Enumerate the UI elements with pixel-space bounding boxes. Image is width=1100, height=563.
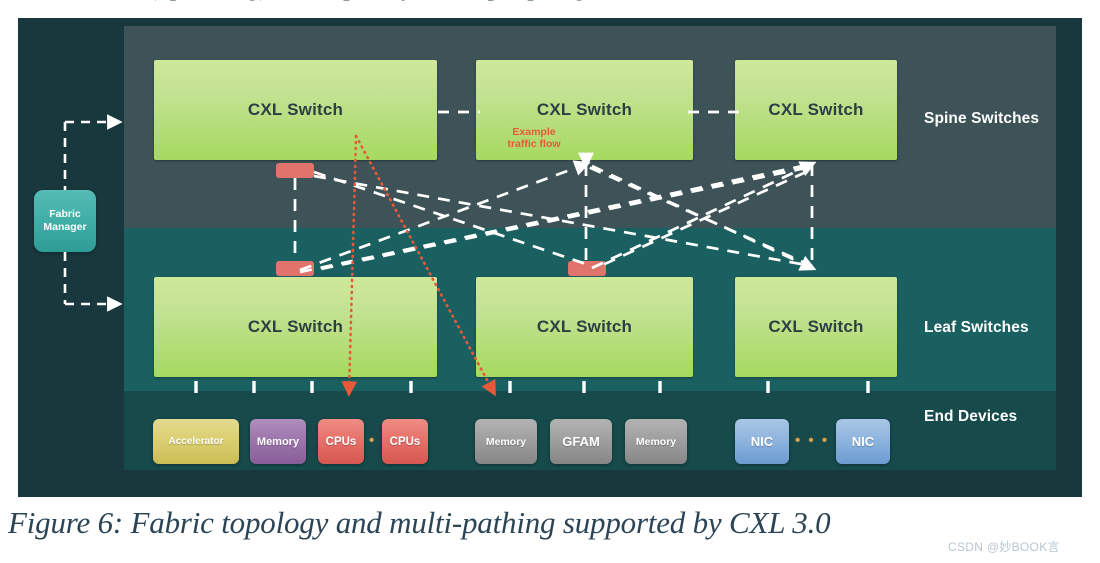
end-device-memory-2[interactable]: Memory (475, 419, 537, 464)
figure-caption: Figure 6: Fabric topology and multi-path… (8, 505, 831, 540)
end-device-accelerator[interactable]: Accelerator (153, 419, 239, 464)
ellipsis-nic: • • • (795, 432, 830, 449)
end-device-memory-3[interactable]: Memory (625, 419, 687, 464)
end-device-gfam[interactable]: GFAM (550, 419, 612, 464)
spine-switch-3-label: CXL Switch (768, 100, 864, 119)
band-label-end-devices: End Devices (924, 408, 1018, 425)
leaf-switch-2[interactable]: CXL Switch (476, 277, 693, 377)
band-label-leaf-switches: Leaf Switches (924, 319, 1029, 336)
example-traffic-flow-line2: traffic flow (507, 138, 561, 150)
end-device-memory-3-label: Memory (635, 435, 677, 448)
end-device-accelerator-label: Accelerator (168, 436, 224, 447)
end-device-memory-1-label: Memory (256, 435, 300, 448)
watermark: CSDN @妙BOOK言 (948, 540, 1060, 554)
end-device-nic-2-label: NIC (851, 434, 875, 449)
spine-switch-2-label: CXL Switch (536, 100, 633, 119)
end-device-cpus-2[interactable]: CPUs (382, 419, 428, 464)
clipped-body-text: (upcoming) - multiple layers deep topolo… (0, 0, 1100, 18)
figure-page: (upcoming) - multiple layers deep topolo… (0, 0, 1100, 563)
leaf-switch-1-label: CXL Switch (247, 317, 344, 336)
leaf-switch-2-label: CXL Switch (536, 317, 633, 336)
leaf-switch-1[interactable]: CXL Switch (154, 277, 437, 377)
figure-frame: Fabric Manager CXL Switch CXL Switch CXL… (18, 18, 1082, 497)
spine-switch-1-label: CXL Switch (247, 100, 344, 119)
end-device-nic-1[interactable]: NIC (735, 419, 789, 464)
spine-switch-1[interactable]: CXL Switch (154, 60, 437, 160)
end-device-memory-1[interactable]: Memory (250, 419, 306, 464)
fabric-manager-label-line1: Fabric (49, 208, 81, 220)
clipped-body-text-value: (upcoming) - multiple layers deep topolo… (150, 0, 617, 1)
topology-diagram: CXL Switch CXL Switch CXL Switch CXL Swi… (124, 26, 1056, 470)
end-device-cpus-1-label: CPUs (325, 435, 357, 448)
leaf-switch-3-label: CXL Switch (768, 317, 864, 336)
leaf-switch-3[interactable]: CXL Switch (735, 277, 897, 377)
end-device-cpus-2-label: CPUs (389, 435, 421, 448)
end-device-gfam-label: GFAM (562, 434, 600, 449)
spine-switch-3[interactable]: CXL Switch (735, 60, 897, 160)
fabric-manager-label-line2: Manager (43, 221, 87, 233)
end-device-nic-1-label: NIC (750, 434, 774, 449)
end-device-memory-2-label: Memory (485, 435, 527, 448)
fabric-manager-node[interactable]: Fabric Manager (34, 190, 96, 252)
example-traffic-flow-annotation: Example traffic flow (495, 126, 573, 150)
example-traffic-flow-line1: Example (512, 126, 556, 138)
end-device-nic-2[interactable]: NIC (836, 419, 890, 464)
band-label-spine-switches: Spine Switches (924, 110, 1040, 127)
end-device-cpus-1[interactable]: CPUs (318, 419, 364, 464)
